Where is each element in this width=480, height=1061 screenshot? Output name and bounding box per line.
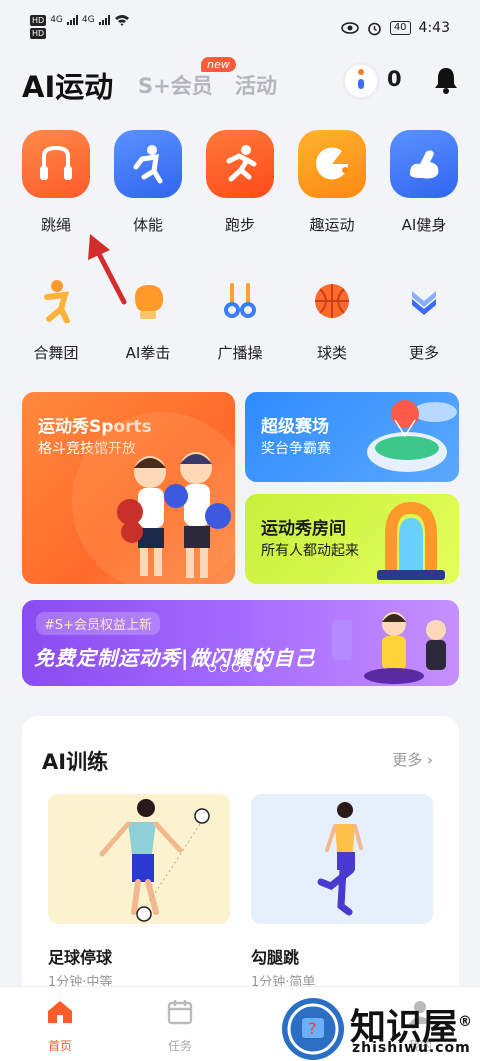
svg-text:?: ? (308, 1019, 317, 1038)
fun-sport-icon (298, 130, 366, 198)
boxers-illustration (72, 412, 235, 584)
status-right: 40 4:43 (341, 20, 450, 36)
nav-label: 任务 (167, 1039, 192, 1053)
hd-indicator-1: HD (30, 14, 47, 26)
nav-label: 首页 (47, 1039, 72, 1053)
hd-indicator-2: HD (30, 28, 47, 39)
watermark-url: zhishiwu.com (352, 1040, 471, 1056)
training-name: 足球停球 (48, 948, 113, 967)
grid-item-broadcast-exercise[interactable]: 广播操 (194, 276, 286, 363)
carousel-dot-active (256, 664, 264, 672)
registered-mark: ® (458, 1014, 473, 1030)
banner-super-arena[interactable]: 超级赛场 奖台争霸赛 (245, 392, 459, 482)
nav-tasks[interactable]: 任务 (120, 987, 240, 1061)
feature-grid-row1: 跳绳 体能 跑步 趣运动 AI健身 (10, 130, 470, 235)
carousel-dot (232, 664, 240, 672)
stadium-illustration (367, 400, 457, 472)
bell-icon[interactable] (433, 66, 459, 94)
grid-label: AI拳击 (125, 344, 171, 362)
tab-vip[interactable]: S+会员 (138, 70, 213, 100)
grid-item-more[interactable]: 更多 (378, 276, 470, 363)
grid-label: 更多 (408, 344, 439, 362)
banner-sports-room[interactable]: 运动秀房间 所有人都动起来 (245, 494, 459, 584)
new-badge: new (201, 57, 236, 72)
banner-vip-benefits[interactable]: #S+会员权益上新 免费定制运动秀|做闪耀的自己 (22, 600, 459, 686)
carousel-dots (208, 664, 264, 672)
signal-icon-2 (98, 15, 110, 25)
signal-icon (66, 15, 78, 25)
network-indicators: HD 4G 4G HD (30, 14, 130, 39)
fitness-icon (114, 130, 182, 198)
tab-activity[interactable]: 活动 (235, 70, 277, 100)
section-title: AI训练 (42, 750, 109, 774)
points-count: 0 (387, 67, 402, 91)
jump-rope-icon (22, 130, 90, 198)
grid-label: 广播操 (217, 344, 263, 362)
basketball-icon (307, 276, 357, 326)
carousel-dot (208, 664, 216, 672)
grid-item-fun-sport[interactable]: 趣运动 (286, 130, 378, 235)
status-bar: HD 4G 4G HD 40 4:43 (0, 0, 480, 58)
grid-item-running[interactable]: 跑步 (194, 130, 286, 235)
feature-grid-row2: 合舞团 AI拳击 广播操 球类 更多 (10, 276, 470, 363)
network-type-2: 4G (81, 14, 95, 25)
calendar-icon (167, 1000, 193, 1025)
grid-item-fitness[interactable]: 体能 (102, 130, 194, 235)
avatars-illustration (332, 612, 446, 684)
more-chevron-icon (399, 276, 449, 326)
grid-label: AI健身 (401, 216, 447, 234)
grid-label: 跑步 (224, 216, 255, 234)
jumping-woman-illustration (317, 802, 363, 916)
grid-item-dance[interactable]: 合舞团 (10, 276, 102, 363)
top-header: AI运动 S+会员 new 活动 0 (0, 57, 480, 110)
broadcast-exercise-icon (215, 276, 265, 326)
grid-item-ai-boxing[interactable]: AI拳击 (102, 276, 194, 363)
grid-item-jump-rope[interactable]: 跳绳 (10, 130, 102, 235)
clock: 4:43 (418, 20, 450, 36)
ai-training-card: AI训练 更多 › 足球停球 1分钟·中等 勾腿跳 1分钟·简单 (22, 716, 459, 1016)
portal-illustration (377, 501, 445, 580)
football-player-illustration (99, 799, 210, 922)
battery-icon: 40 (389, 21, 411, 35)
training-item-hook-jump[interactable] (251, 794, 433, 924)
dance-icon (31, 276, 81, 326)
network-type-1: 4G (50, 14, 63, 25)
watermark-logo-icon: ? (282, 998, 344, 1060)
grid-label: 球类 (316, 344, 347, 362)
carousel-dot (220, 664, 228, 672)
carousel-dot (244, 664, 252, 672)
alarm-icon (368, 22, 381, 35)
grid-item-ai-fitness[interactable]: AI健身 (378, 130, 470, 235)
nav-home[interactable]: 首页 (0, 987, 120, 1061)
tab-ai-sports[interactable]: AI运动 (22, 64, 113, 106)
training-item-football[interactable] (48, 794, 230, 924)
grid-label: 合舞团 (33, 344, 79, 362)
more-link[interactable]: 更多 › (392, 749, 433, 770)
ai-fitness-icon (390, 130, 458, 198)
grid-item-ball-sports[interactable]: 球类 (286, 276, 378, 363)
more-label: 更多 (392, 751, 423, 769)
banner-sports-show[interactable]: 运动秀Sports 格斗竞技馆开放 (22, 392, 235, 584)
wifi-icon (114, 15, 129, 26)
boxing-glove-icon (123, 276, 173, 326)
watermark: ? 知识屋® zhishiwu.com (282, 994, 478, 1060)
running-icon (206, 130, 274, 198)
grid-label: 趣运动 (309, 216, 355, 234)
home-icon (48, 1001, 72, 1023)
eye-icon (341, 22, 359, 34)
chevron-right-icon: › (427, 751, 433, 769)
training-name: 勾腿跳 (251, 948, 300, 967)
points-icon[interactable] (342, 62, 380, 100)
